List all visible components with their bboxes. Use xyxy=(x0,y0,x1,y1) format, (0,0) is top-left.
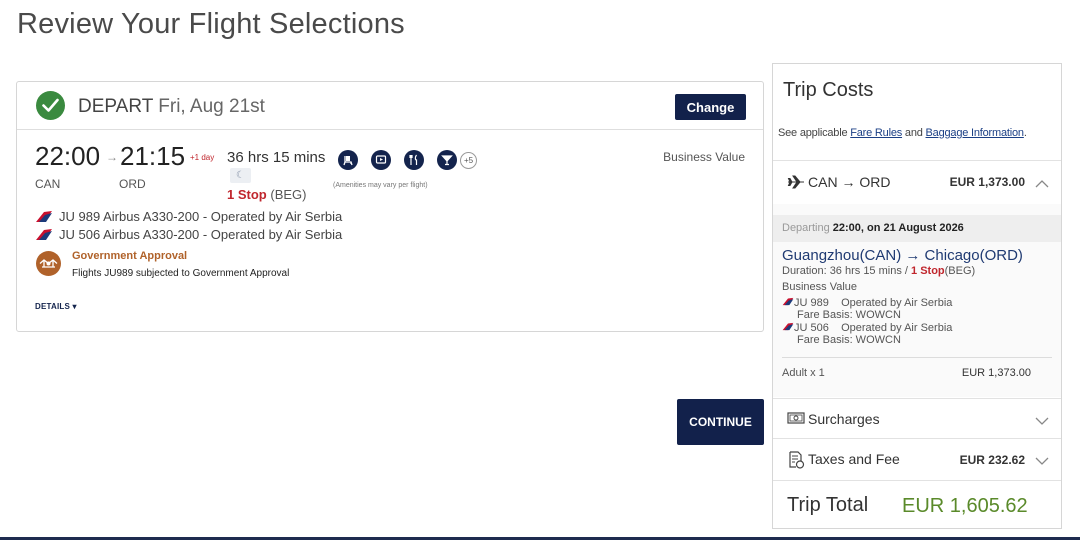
airline-logo-icon xyxy=(35,228,53,244)
city-pair: Guangzhou(CAN) → Chicago(ORD) xyxy=(782,247,1023,264)
arrival-time: 21:15 xyxy=(120,141,186,171)
route-cost-row[interactable]: CAN → ORD EUR 1,373.00 xyxy=(773,160,1061,204)
plus-day-badge: +1 day xyxy=(190,153,215,162)
leg-flight: JU 506 xyxy=(794,322,829,334)
more-amenities-badge[interactable]: +5 xyxy=(460,152,477,169)
trip-total-value: EUR 1,605.62 xyxy=(902,495,1028,517)
leg-item: JU 506 Operated by Air Serbia Fare Basis… xyxy=(782,322,952,346)
chevron-down-icon[interactable] xyxy=(1035,413,1049,431)
adult-fare-row: Adult x 1 EUR 1,373.00 xyxy=(782,357,1052,379)
taxes-label: Taxes and Fee xyxy=(808,451,900,467)
segment-text: JU 989 Airbus A330-200 - Operated by Air… xyxy=(59,209,343,224)
depart-heading: DEPART Fri, Aug 21st xyxy=(78,96,265,118)
flight-card: DEPART Fri, Aug 21st Change 22:00 → 21:1… xyxy=(16,81,764,332)
government-approval-icon xyxy=(36,251,61,276)
duration-via: (BEG) xyxy=(944,265,976,277)
taxes-price: EUR 232.62 xyxy=(959,453,1025,467)
leg-operator: Operated by Air Serbia xyxy=(841,297,953,309)
leg-fare-basis: Fare Basis: WOWCN xyxy=(797,309,901,321)
airline-logo-icon xyxy=(782,297,794,306)
departing-value: 22:00, on 21 August 2026 xyxy=(832,222,964,234)
trip-total-label: Trip Total xyxy=(787,494,869,516)
airline-logo-icon xyxy=(35,210,53,226)
overnight-moon-icon: ☾ xyxy=(230,168,251,183)
segment-row: JU 989 Airbus A330-200 - Operated by Air… xyxy=(35,209,342,226)
trip-total-row: Trip Total EUR 1,605.62 xyxy=(773,480,1061,528)
surcharges-label: Surcharges xyxy=(808,411,880,427)
fare-note: See applicable Fare Rules and Baggage In… xyxy=(778,127,1027,139)
leg-fare-basis: Fare Basis: WOWCN xyxy=(797,334,901,346)
leg-flight: JU 989 xyxy=(794,297,829,309)
leg-operator: Operated by Air Serbia xyxy=(841,322,953,334)
government-approval-text: Flights JU989 subjected to Government Ap… xyxy=(72,268,290,279)
entertainment-icon xyxy=(371,150,391,170)
duration-stop: 1 Stop xyxy=(911,265,945,277)
depart-label: DEPART xyxy=(78,96,153,117)
cabin-class: Business Value xyxy=(663,150,745,164)
fare-note-text: . xyxy=(1023,127,1027,139)
surcharges-row[interactable]: Surcharges xyxy=(773,398,1061,438)
segment-text: JU 506 Airbus A330-200 - Operated by Air… xyxy=(59,227,343,242)
fare-note-text: and xyxy=(902,127,926,139)
dining-icon xyxy=(404,150,424,170)
details-toggle[interactable]: DETAILS ▾ xyxy=(35,302,77,311)
departure-time: 22:00 xyxy=(35,141,101,171)
receipt-icon xyxy=(787,451,805,474)
plane-icon xyxy=(787,175,805,194)
adult-price: EUR 1,373.00 xyxy=(961,367,1031,379)
chevron-up-icon[interactable] xyxy=(1035,175,1049,193)
trip-costs-panel: Trip Costs See applicable Fare Rules and… xyxy=(772,63,1062,529)
amenity-note: (Amenities may vary per flight) xyxy=(333,182,428,189)
departing-bar: Departing 22:00, on 21 August 2026 xyxy=(773,215,1061,242)
route-price: EUR 1,373.00 xyxy=(949,175,1025,189)
arrow-right-icon: → xyxy=(106,150,118,164)
departure-code: CAN xyxy=(35,177,61,191)
page-title: Review Your Flight Selections xyxy=(17,8,405,40)
check-icon xyxy=(36,91,65,120)
taxes-row[interactable]: Taxes and Fee EUR 232.62 xyxy=(773,438,1061,480)
adult-label: Adult x 1 xyxy=(782,367,825,379)
change-button[interactable]: Change xyxy=(675,94,746,120)
depart-date: Fri, Aug 21st xyxy=(158,96,265,117)
duration-line: Duration: 36 hrs 15 mins / 1 Stop(BEG) xyxy=(782,265,975,277)
fare-rules-link[interactable]: Fare Rules xyxy=(850,127,902,139)
baggage-information-link[interactable]: Baggage Information xyxy=(926,127,1025,139)
money-icon xyxy=(787,411,805,430)
trip-costs-title: Trip Costs xyxy=(783,79,874,101)
fare-class: Business Value xyxy=(782,281,858,293)
leg-item: JU 989 Operated by Air Serbia Fare Basis… xyxy=(782,297,952,321)
route-details: Departing 22:00, on 21 August 2026 Guang… xyxy=(773,204,1061,397)
stops-count: 1 Stop xyxy=(227,187,267,202)
duration-text: Duration: 36 hrs 15 mins / xyxy=(782,265,912,277)
flight-duration: 36 hrs 15 mins xyxy=(227,149,326,166)
departing-label: Departing xyxy=(782,222,830,234)
arrival-code: ORD xyxy=(119,177,146,191)
seat-icon xyxy=(338,150,358,170)
flight-card-header: DEPART Fri, Aug 21st Change xyxy=(17,82,763,130)
fare-note-text: See applicable xyxy=(778,127,851,139)
segment-row: JU 506 Airbus A330-200 - Operated by Air… xyxy=(35,227,342,244)
cocktail-icon xyxy=(437,150,457,170)
airline-logo-icon xyxy=(782,322,794,331)
route-label: CAN → ORD xyxy=(808,174,891,190)
government-approval-title: Government Approval xyxy=(72,250,188,262)
continue-button[interactable]: CONTINUE xyxy=(677,399,764,445)
stops-info: 1 Stop (BEG) xyxy=(227,187,306,202)
stops-via: (BEG) xyxy=(270,187,307,202)
chevron-down-icon[interactable] xyxy=(1035,453,1049,471)
